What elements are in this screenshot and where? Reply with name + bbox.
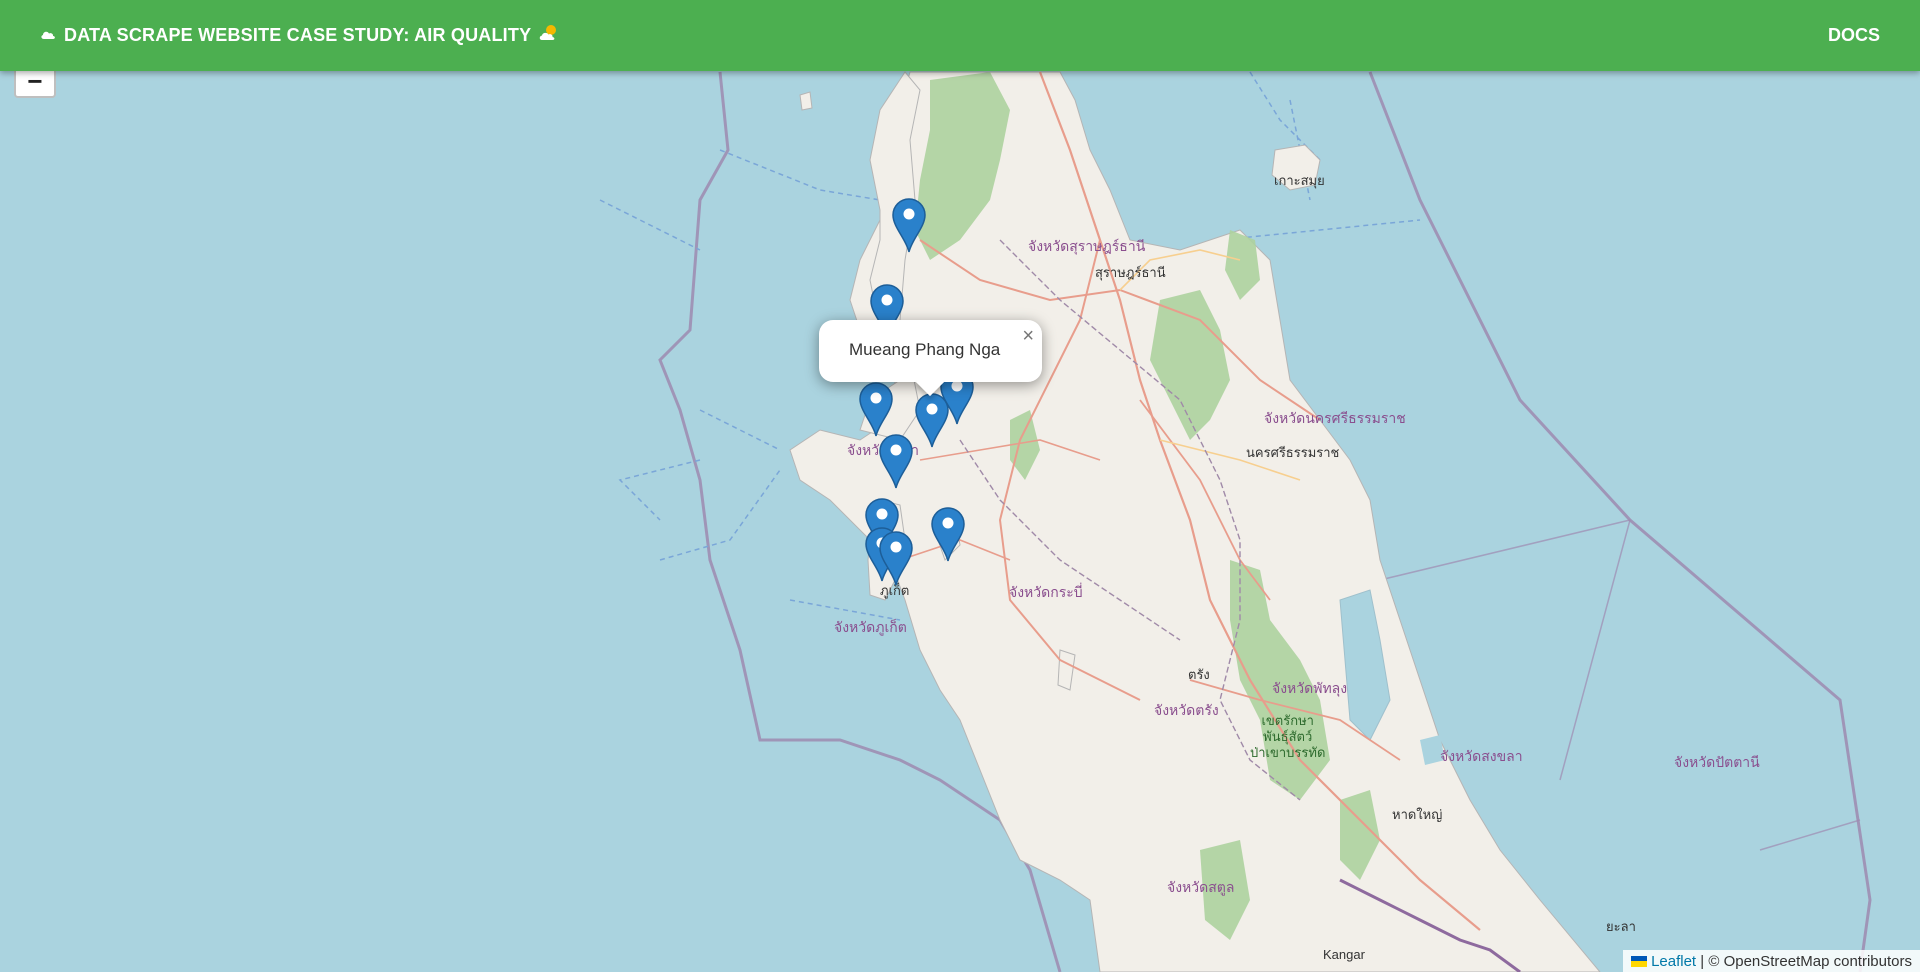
map-label-phuket-province: จังหวัดภูเก็ต — [834, 619, 907, 635]
osm-attribution: © OpenStreetMap contributors — [1708, 952, 1912, 970]
popup-content: Mueang Phang Nga — [849, 340, 1001, 359]
map-label-yala-city: ยะลา — [1606, 919, 1636, 934]
location-marker[interactable] — [878, 433, 914, 489]
location-marker[interactable] — [930, 506, 966, 562]
cloud-icon — [40, 27, 56, 45]
map-pin-icon — [915, 393, 949, 448]
leaflet-link[interactable]: Leaflet — [1651, 953, 1696, 970]
marker-popup: Mueang Phang Nga × — [819, 320, 1042, 397]
map-label-park: เขตรักษา พันธุ์สัตว์ ป่าเขาบรรทัด — [1250, 713, 1325, 761]
top-navbar: DATA SCRAPE WEBSITE CASE STUDY: AIR QUAL… — [0, 0, 1920, 71]
map-label-krabi-province: จังหวัดกระบี่ — [1009, 584, 1083, 600]
map-label-hatyai-city: หาดใหญ่ — [1392, 807, 1443, 822]
map-label-surat-city: สุราษฎร์ธานี — [1095, 265, 1166, 280]
map-pin-icon — [892, 198, 926, 253]
map-label-park-line2: พันธุ์สัตว์ — [1263, 729, 1313, 744]
location-marker[interactable] — [891, 197, 927, 253]
map-pin-icon — [859, 382, 893, 437]
map-label-surat-province: จังหวัดสุราษฎร์ธานี — [1028, 238, 1146, 254]
map-pin-icon — [879, 434, 913, 489]
popup-close-button[interactable]: × — [1022, 326, 1034, 346]
map-label-trang-province: จังหวัดตรัง — [1154, 702, 1219, 718]
map-label-satun-province: จังหวัดสตูล — [1167, 879, 1235, 895]
sun-behind-cloud-icon — [539, 24, 559, 47]
map-label-pattani-province: จังหวัดปัตตานี — [1674, 754, 1760, 770]
location-marker[interactable] — [858, 381, 894, 437]
docs-link[interactable]: DOCS — [1828, 25, 1880, 46]
map-container[interactable]: เกาะสมุย จังหวัดสุราษฎร์ธานี สุราษฎร์ธาน… — [0, 0, 1920, 972]
map-label-nakhon-city: นครศรีธรรมราช — [1246, 445, 1340, 460]
map-label-songkhla-province: จังหวัดสงขลา — [1440, 748, 1523, 764]
map-label-trang-city: ตรัง — [1188, 667, 1210, 682]
map-label-park-line3: ป่าเขาบรรทัด — [1250, 745, 1326, 760]
location-marker[interactable] — [914, 392, 950, 448]
attribution-separator: | — [1696, 952, 1709, 970]
location-marker[interactable] — [878, 530, 914, 586]
brand: DATA SCRAPE WEBSITE CASE STUDY: AIR QUAL… — [40, 24, 559, 47]
app-title: DATA SCRAPE WEBSITE CASE STUDY: AIR QUAL… — [64, 25, 532, 45]
map-attribution: Leaflet | © OpenStreetMap contributors — [1623, 950, 1920, 972]
basemap — [0, 0, 1920, 972]
map-label-kangar-city: Kangar — [1323, 947, 1365, 962]
map-pin-icon — [879, 531, 913, 586]
map-label-nakhon-province: จังหวัดนครศรีธรรมราช — [1264, 410, 1406, 426]
map-pin-icon — [931, 507, 965, 562]
ukraine-flag-icon — [1631, 955, 1648, 967]
map-label-phatthalung-province: จังหวัดพัทลุง — [1272, 680, 1348, 696]
map-label-koh-samui: เกาะสมุย — [1274, 173, 1325, 188]
map-label-park-line1: เขตรักษา — [1261, 713, 1314, 728]
